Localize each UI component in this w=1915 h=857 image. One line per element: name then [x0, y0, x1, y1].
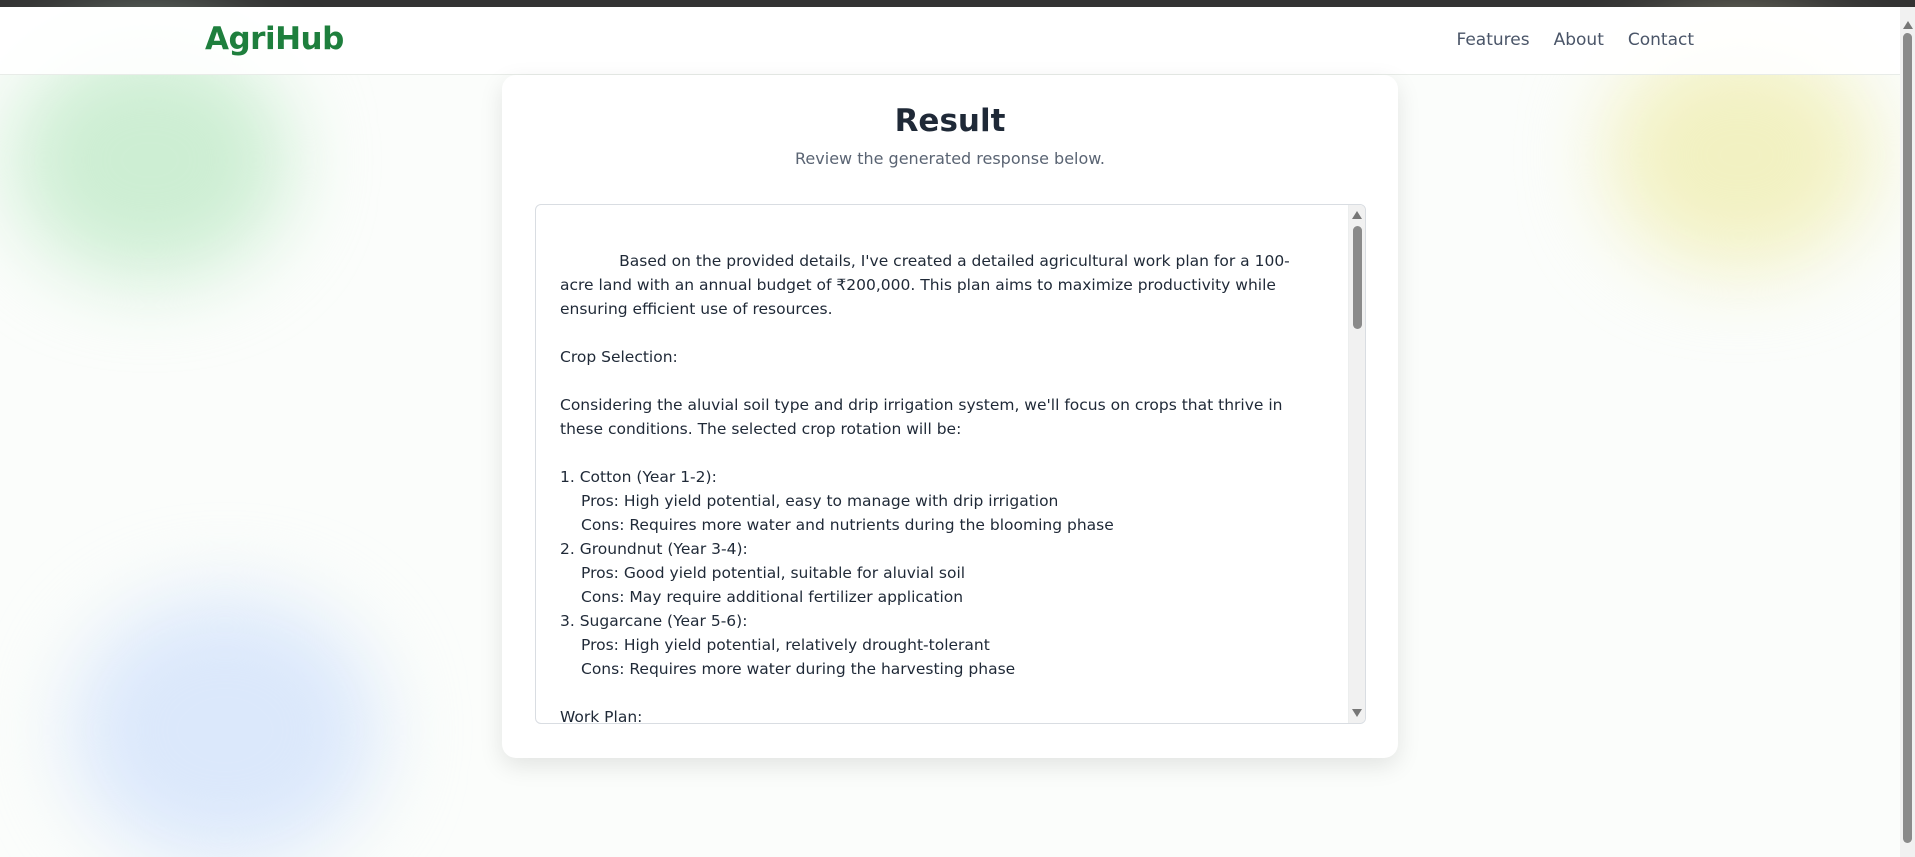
scroll-up-arrow-icon[interactable]: [1352, 211, 1362, 219]
nav-links: Features About Contact: [1456, 30, 1694, 50]
result-line: [560, 321, 1324, 345]
result-line: Work Plan:: [560, 708, 643, 723]
decorative-green-blob: [10, 40, 290, 280]
nav-link-features[interactable]: Features: [1456, 30, 1529, 50]
result-line: [560, 369, 1324, 393]
result-line: [560, 441, 1324, 465]
window-top-strip: [0, 0, 1915, 7]
decorative-blue-blob: [70, 595, 380, 857]
page: AgriHub Features About Contact Result Re…: [0, 0, 1915, 857]
result-line: Cons: May require additional fertilizer …: [581, 588, 964, 606]
result-scrollbar[interactable]: [1348, 205, 1365, 723]
result-line: Pros: High yield potential, easy to mana…: [581, 492, 1059, 510]
page-scrollbar[interactable]: [1900, 7, 1915, 857]
nav-link-about[interactable]: About: [1554, 30, 1604, 50]
result-line: Considering the aluvial soil type and dr…: [560, 396, 1283, 414]
result-line: Based on the provided details, I've crea…: [560, 252, 1290, 270]
result-line: Pros: Good yield potential, suitable for…: [581, 564, 966, 582]
result-line: [560, 681, 1324, 705]
result-line: Cons: Requires more water during the har…: [581, 660, 1016, 678]
nav-link-contact[interactable]: Contact: [1628, 30, 1694, 50]
brand-logo[interactable]: AgriHub: [205, 21, 344, 57]
result-line: acre land with an annual budget of ₹200,…: [560, 276, 1276, 294]
page-scroll-up-arrow-icon[interactable]: [1903, 21, 1913, 29]
navbar: AgriHub Features About Contact: [0, 7, 1900, 75]
result-line: Pros: High yield potential, relatively d…: [581, 636, 990, 654]
result-line: 2. Groundnut (Year 3-4):: [560, 540, 748, 558]
result-subtitle: Review the generated response below.: [795, 149, 1105, 168]
page-scroll-thumb[interactable]: [1903, 33, 1912, 843]
result-card: Result Review the generated response bel…: [502, 75, 1398, 758]
result-line: Cons: Requires more water and nutrients …: [581, 516, 1114, 534]
result-line: 1. Cotton (Year 1-2):: [560, 468, 717, 486]
result-line: ensuring efficient use of resources.: [560, 300, 833, 318]
result-textarea[interactable]: Based on the provided details, I've crea…: [535, 204, 1366, 724]
scroll-down-arrow-icon[interactable]: [1352, 709, 1362, 717]
result-line: 3. Sugarcane (Year 5-6):: [560, 612, 748, 630]
result-text: Based on the provided details, I've crea…: [536, 205, 1348, 723]
result-line: Crop Selection:: [560, 348, 678, 366]
result-line: these conditions. The selected crop rota…: [560, 420, 962, 438]
result-title: Result: [894, 103, 1006, 139]
scroll-thumb[interactable]: [1353, 226, 1362, 329]
